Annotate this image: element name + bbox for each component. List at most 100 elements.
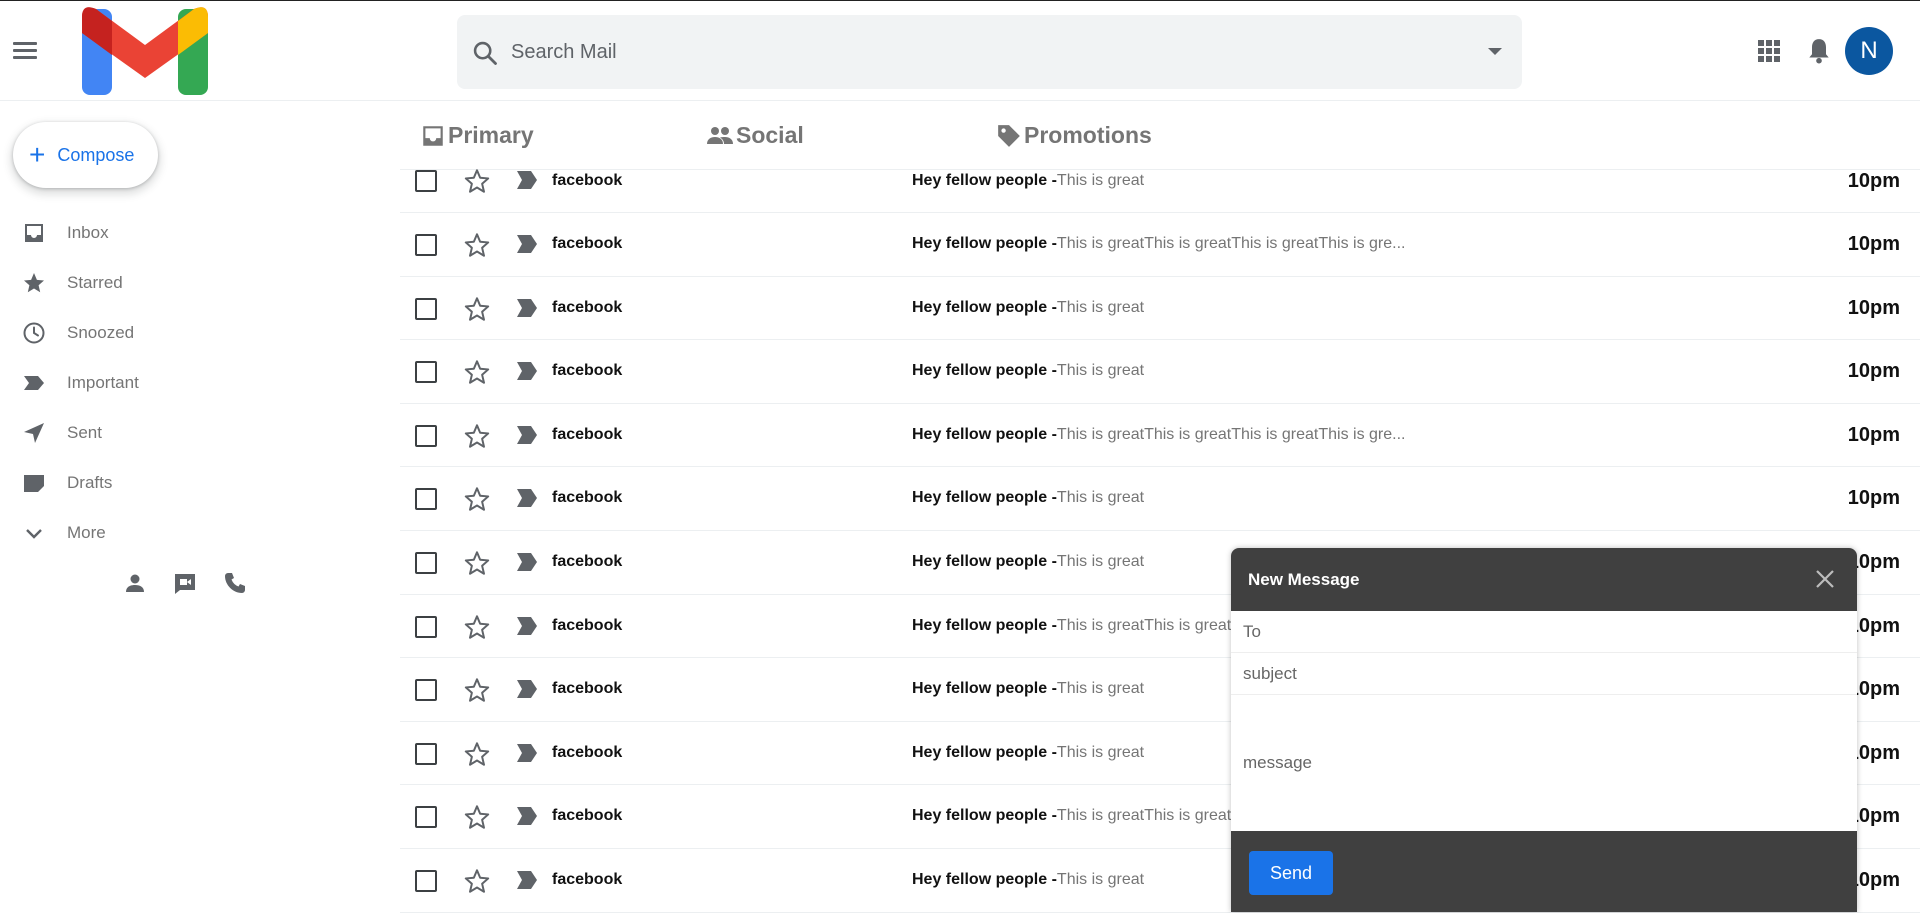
select-checkbox[interactable] [415,806,437,829]
email-time: 10pm [1847,423,1900,446]
phone-icon[interactable] [223,571,247,595]
inbox-icon [22,221,46,245]
email-sender: facebook [552,362,623,380]
label-important-icon[interactable] [515,234,539,254]
label-important-icon[interactable] [515,488,539,508]
email-snippet: This is great [1056,680,1145,698]
email-row[interactable]: facebook Hey fellow people -This is grea… [400,213,1920,277]
star-outline-icon[interactable] [463,867,491,895]
sidebar-item-label: Starred [67,273,123,292]
search-input[interactable] [511,33,1411,71]
gmail-logo[interactable] [80,3,210,99]
sidebar-item-snoozed[interactable]: Snoozed [0,308,300,358]
compose-button[interactable]: + Compose [13,122,158,188]
sidebar-item-starred[interactable]: Starred [0,258,300,308]
sidebar-item-important[interactable]: Important [0,358,300,408]
select-checkbox[interactable] [415,361,437,384]
email-sender: facebook [552,616,623,634]
tab-social[interactable]: Social [706,122,804,149]
search-icon[interactable] [471,39,499,67]
star-outline-icon[interactable] [463,803,491,831]
message-field[interactable] [1231,695,1857,831]
select-checkbox[interactable] [415,424,437,447]
star-outline-icon[interactable] [463,549,491,577]
tab-promotions[interactable]: Promotions [996,122,1152,149]
email-subject: Hey fellow people - [912,680,1057,698]
sidebar-item-label: Sent [67,423,102,442]
message-field-row [1231,695,1857,831]
sidebar-item-inbox[interactable]: Inbox [0,208,300,258]
label-important-icon[interactable] [515,170,539,190]
select-checkbox[interactable] [415,297,437,320]
label-important-icon[interactable] [515,806,539,826]
select-checkbox[interactable] [415,488,437,511]
label-important-icon[interactable] [515,552,539,572]
notifications-bell-icon[interactable] [1806,37,1832,65]
top-header: N [0,0,1920,101]
email-row[interactable]: facebook Hey fellow people -This is grea… [400,404,1920,468]
email-subject-line: Hey fellow people -This is greatThis is … [912,426,1405,444]
close-icon[interactable] [1813,567,1837,591]
label-important-icon[interactable] [515,298,539,318]
subject-field[interactable] [1231,653,1857,694]
sidebar-item-label: Inbox [67,223,109,242]
sidebar-item-label: Drafts [67,473,113,492]
select-checkbox[interactable] [415,742,437,765]
label-important-icon[interactable] [515,679,539,699]
select-checkbox[interactable] [415,679,437,702]
email-row[interactable]: facebook Hey fellow people -This is grea… [400,340,1920,404]
email-sender: facebook [552,425,623,443]
star-outline-icon[interactable] [463,231,491,259]
email-row[interactable]: facebook Hey fellow people -This is grea… [400,167,1920,213]
select-checkbox[interactable] [415,615,437,638]
sidebar-nav: Inbox Starred Snoozed Important Sent Dra… [0,208,300,558]
send-button[interactable]: Send [1249,851,1333,895]
email-subject: Hey fellow people - [912,552,1057,570]
sidebar-item-drafts[interactable]: Drafts [0,458,300,508]
clock-icon [22,321,46,345]
select-checkbox[interactable] [415,170,437,192]
email-snippet: This is great [1056,172,1145,189]
star-icon [22,271,46,295]
email-snippet: This is great [1056,870,1145,888]
email-subject: Hey fellow people - [912,172,1057,189]
search-options-icon[interactable] [1488,48,1502,55]
star-outline-icon[interactable] [463,485,491,513]
email-sender: facebook [552,235,623,252]
menu-icon[interactable] [13,42,37,60]
draft-icon [22,471,46,495]
send-icon [22,421,46,445]
email-snippet: This is greatThis is greatThis is greatT… [1056,425,1406,443]
select-checkbox[interactable] [415,234,437,256]
account-avatar[interactable]: N [1845,27,1893,75]
tab-primary[interactable]: Primary [420,122,534,149]
label-important-icon[interactable] [515,425,539,445]
star-outline-icon[interactable] [463,613,491,641]
email-sender: facebook [552,743,623,761]
label-important-icon[interactable] [515,743,539,763]
sidebar-item-more[interactable]: More [0,508,300,558]
email-subject-line: Hey fellow people -This is great [912,362,1144,380]
label-important-icon[interactable] [515,616,539,636]
label-important-icon[interactable] [515,361,539,381]
star-outline-icon[interactable] [463,358,491,386]
email-row[interactable]: facebook Hey fellow people -This is grea… [400,277,1920,341]
star-outline-icon[interactable] [463,740,491,768]
apps-grid-icon[interactable] [1758,40,1780,62]
select-checkbox[interactable] [415,551,437,574]
person-icon[interactable] [123,571,147,595]
star-outline-icon[interactable] [463,167,491,195]
star-outline-icon[interactable] [463,676,491,704]
star-outline-icon[interactable] [463,295,491,323]
email-row[interactable]: facebook Hey fellow people -This is grea… [400,467,1920,531]
sidebar-item-sent[interactable]: Sent [0,408,300,458]
star-outline-icon[interactable] [463,422,491,450]
email-subject: Hey fellow people - [912,489,1057,507]
email-time: 10pm [1847,296,1900,319]
to-field[interactable] [1231,611,1857,652]
select-checkbox[interactable] [415,869,437,892]
label-important-icon[interactable] [515,870,539,890]
video-chat-icon[interactable] [173,571,197,595]
email-snippet: This is greatThis is great [1056,616,1232,634]
email-subject: Hey fellow people - [912,743,1057,761]
